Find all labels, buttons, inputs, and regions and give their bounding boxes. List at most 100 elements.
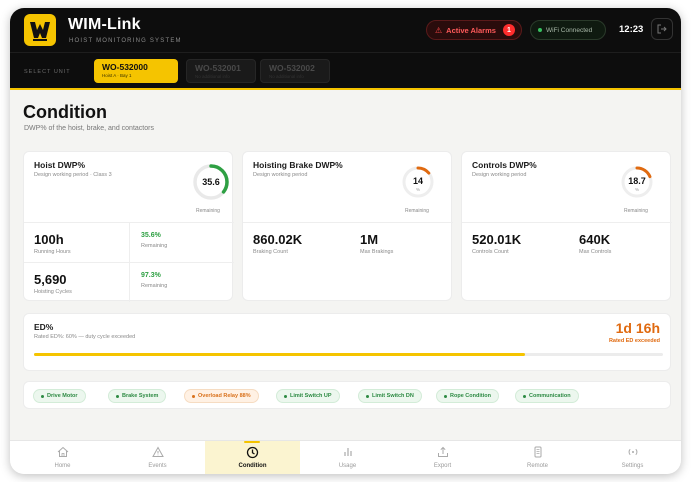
- app-window: WIM-Link HOIST MONITORING SYSTEM ⚠ Activ…: [10, 8, 681, 474]
- nav-label: Events: [148, 463, 167, 469]
- app-title: WIM-Link: [68, 16, 141, 33]
- status-dot-icon: [41, 394, 44, 398]
- brake-dwp-title: Hoisting Brake DWP%: [253, 160, 343, 170]
- controls-remaining-label: Remaining: [624, 208, 648, 214]
- brake-dwp-gauge-unit: %: [415, 187, 420, 192]
- chip-label: Limit Switch DN: [372, 393, 414, 399]
- divider: [243, 222, 453, 223]
- nav-condition[interactable]: Condition: [205, 441, 300, 474]
- wifi-status-dot-icon: [538, 28, 542, 32]
- running-hours-remaining-label: Remaining: [141, 243, 168, 249]
- controls-dwp-gauge-unit: %: [634, 187, 639, 192]
- chip-brake-system[interactable]: Brake System: [108, 389, 167, 403]
- nav-label: Condition: [238, 463, 267, 469]
- chip-drive-motor[interactable]: Drive Motor: [33, 389, 86, 403]
- logout-button[interactable]: [651, 18, 673, 40]
- chip-limit-switch-dn[interactable]: Limit Switch DN: [358, 389, 422, 403]
- brake-remaining-label: Remaining: [405, 208, 429, 214]
- home-icon: [57, 446, 68, 457]
- chip-limit-switch-up[interactable]: Limit Switch UP: [276, 389, 340, 403]
- nav-label: Remote: [526, 463, 548, 469]
- nav-label: Usage: [338, 463, 357, 469]
- unit-tab-wo-532000[interactable]: WO-532000 Hoist A · Bay 1: [94, 59, 178, 83]
- controls-dwp-title: Controls DWP%: [472, 160, 537, 170]
- export-icon: [437, 446, 448, 457]
- nav-events[interactable]: Events: [110, 441, 205, 474]
- running-hours-label: Running Hours: [34, 249, 71, 255]
- chip-label: Overload Relay 88%: [198, 393, 251, 399]
- nav-label: Settings: [621, 463, 644, 469]
- hoisting-cycles-value: 5,690: [34, 272, 67, 287]
- controls-count-label: Controls Count: [472, 249, 509, 255]
- ed-exceeded-note: Rated ED exceeded: [608, 338, 660, 344]
- page-title: Condition: [23, 102, 107, 122]
- ed-progress-track: [34, 353, 663, 356]
- brand-logo: [24, 14, 56, 46]
- alarm-label: Active Alarms: [446, 25, 496, 35]
- status-dot-icon: [444, 394, 447, 398]
- component-status-bar: Drive Motor Brake System Overload Relay …: [23, 381, 671, 409]
- chip-label: Drive Motor: [47, 393, 78, 399]
- unit-tab-code: WO-532001: [195, 63, 241, 73]
- chip-rope-condition[interactable]: Rope Condition: [436, 389, 499, 403]
- unit-tab-sub: No additional info: [269, 74, 304, 79]
- select-unit-label: SELECT UNIT: [24, 69, 71, 75]
- remote-icon: [534, 446, 541, 458]
- status-dot-icon: [116, 394, 119, 398]
- clock-time: 12:23: [619, 24, 644, 35]
- divider: [24, 262, 234, 263]
- unit-tab-sub: No additional info: [195, 74, 230, 79]
- chip-label: Rope Condition: [450, 393, 491, 399]
- unit-tab-sub: Hoist A · Bay 1: [102, 73, 132, 78]
- logout-icon: [657, 24, 667, 34]
- alarm-warning-icon: ⚠: [435, 25, 443, 35]
- divider: [462, 222, 672, 223]
- braking-count-label: Braking Count: [253, 249, 288, 255]
- running-hours-value: 100h: [34, 232, 64, 247]
- hoisting-cycles-label: Hoisting Cycles: [34, 289, 72, 295]
- chip-label: Communication: [529, 393, 571, 399]
- hoist-dwp-card: Hoist DWP% Design working period · Class…: [23, 151, 234, 302]
- braking-count-value: 860.02K: [253, 232, 303, 247]
- unit-tab-wo-532001[interactable]: WO-532001 No additional info: [186, 59, 256, 83]
- nav-usage[interactable]: Usage: [300, 441, 395, 474]
- nav-remote[interactable]: Remote: [490, 441, 585, 474]
- unit-tab-wo-532002[interactable]: WO-532002 No additional info: [260, 59, 330, 83]
- alarm-count-badge: 1: [502, 24, 515, 36]
- ed-title: ED%: [34, 322, 54, 332]
- controls-dwp-gauge-value: 18.7: [628, 176, 646, 186]
- controls-dwp-card: Controls DWP% Design working period 18.7…: [461, 151, 672, 301]
- max-controls-value: 640K: [579, 232, 611, 247]
- hoist-dwp-subtitle: Design working period · Class 3: [34, 172, 112, 178]
- active-alarms-button[interactable]: ⚠ Active Alarms 1: [426, 20, 522, 40]
- settings-icon: [628, 448, 637, 456]
- clock-icon: [246, 446, 259, 459]
- nav-settings[interactable]: Settings: [585, 441, 680, 474]
- hoist-dwp-title: Hoist DWP%: [34, 160, 85, 170]
- nav-home[interactable]: Home: [15, 441, 110, 474]
- hoisting-cycles-remaining-label: Remaining: [141, 283, 168, 289]
- max-controls-label: Max Controls: [579, 249, 612, 255]
- max-brakings-label: Max Brakings: [360, 249, 394, 255]
- chip-overload-relay[interactable]: Overload Relay 88%: [184, 389, 259, 403]
- nav-label: Home: [54, 463, 71, 469]
- bar-chart-icon: [343, 448, 352, 456]
- unit-tab-code: WO-532002: [269, 63, 315, 73]
- hoist-remaining-label: Remaining: [196, 208, 220, 214]
- chip-label: Brake System: [122, 393, 159, 399]
- controls-dwp-subtitle: Design working period: [472, 172, 527, 178]
- wifi-status-label: WiFi Connected: [546, 26, 593, 34]
- chip-communication[interactable]: Communication: [515, 389, 579, 403]
- unit-bar-accent-line: [10, 88, 681, 90]
- hoist-dwp-gauge-value: 35.6: [202, 177, 220, 187]
- nav-export[interactable]: Export: [395, 441, 490, 474]
- brake-dwp-subtitle: Design working period: [253, 172, 308, 178]
- unit-selector-bar: SELECT UNIT WO-532000 Hoist A · Bay 1 WO…: [10, 52, 681, 90]
- page-description: DWP% of the hoist, brake, and contactors: [24, 125, 154, 132]
- hoisting-cycles-remaining-pct: 97.3%: [141, 272, 161, 279]
- app-subtitle: HOIST MONITORING SYSTEM: [69, 38, 182, 44]
- brake-dwp-gauge-value: 14: [412, 176, 423, 186]
- warning-icon: [151, 446, 164, 457]
- status-dot-icon: [284, 394, 287, 398]
- status-dot-icon: [192, 394, 195, 398]
